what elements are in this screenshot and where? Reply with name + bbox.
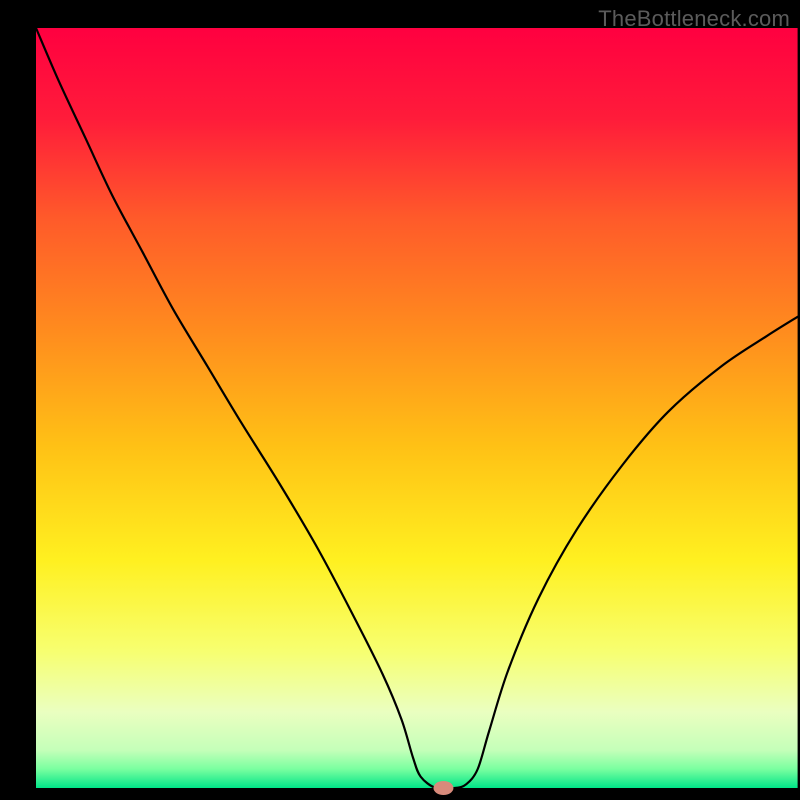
optimal-point-marker xyxy=(433,781,453,795)
bottleneck-chart: TheBottleneck.com xyxy=(0,0,800,800)
chart-svg xyxy=(0,0,800,800)
attribution-text: TheBottleneck.com xyxy=(598,6,790,32)
plot-background xyxy=(36,28,798,788)
